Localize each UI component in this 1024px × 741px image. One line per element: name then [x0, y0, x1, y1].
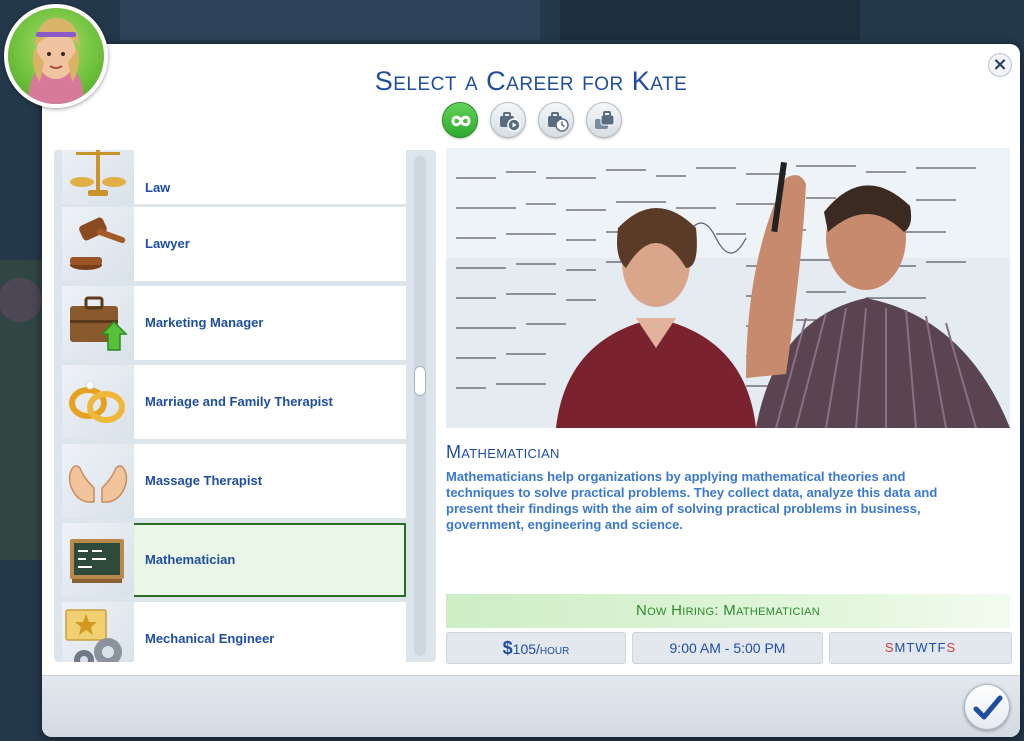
scales-icon — [62, 150, 134, 204]
briefcase-play-icon — [500, 112, 521, 132]
career-item-label: Mathematician — [145, 552, 236, 567]
career-item-law[interactable]: Law — [62, 150, 406, 204]
wedding-rings-icon — [62, 365, 134, 439]
career-dialog: Select a Career for Kate × Law Lawyer Ma… — [42, 44, 1020, 737]
career-photo — [446, 148, 1010, 428]
briefcase-arrow-icon — [62, 286, 134, 360]
day-tuesday: T — [906, 640, 916, 655]
career-list: Law Lawyer Marketing Manager Marriage an… — [54, 150, 436, 662]
dialog-footer — [42, 675, 1020, 737]
career-item-label: Marketing Manager — [145, 315, 264, 330]
pay-rate: $105/hour — [446, 632, 626, 664]
career-item-marketing-manager[interactable]: Marketing Manager — [62, 286, 406, 360]
work-hours: 9:00 AM - 5:00 PM — [632, 632, 823, 664]
career-item-marriage-family-therapist[interactable]: Marriage and Family Therapist — [62, 365, 406, 439]
career-list-scrollbar[interactable] — [414, 156, 426, 656]
day-saturday: S — [946, 640, 957, 655]
career-item-label: Marriage and Family Therapist — [145, 394, 333, 409]
now-hiring-banner: Now Hiring: Mathematician — [446, 594, 1010, 628]
chalkboard-icon — [62, 523, 134, 597]
hands-icon — [62, 444, 134, 518]
day-sunday: S — [884, 640, 895, 655]
filter-other-button[interactable] — [586, 102, 622, 138]
checkmark-icon — [973, 695, 1003, 720]
career-filter-bar — [442, 102, 632, 142]
pay-value: 105/hour — [512, 641, 570, 657]
gavel-icon — [62, 207, 134, 281]
career-item-lawyer[interactable]: Lawyer — [62, 207, 406, 281]
career-detail-title: Mathematician — [446, 442, 560, 462]
career-item-mechanical-engineer[interactable]: Mechanical Engineer — [62, 602, 406, 662]
day-thursday: T — [928, 640, 938, 655]
sim-avatar — [4, 4, 108, 108]
confirm-button[interactable] — [964, 684, 1010, 730]
career-item-label: Lawyer — [145, 236, 190, 251]
work-days: SMTWTFS — [829, 632, 1012, 664]
career-item-mathematician[interactable]: Mathematician — [62, 523, 406, 597]
infinity-icon — [451, 115, 471, 127]
gears-star-icon — [62, 602, 134, 662]
scrollbar-thumb[interactable] — [414, 366, 426, 396]
briefcase-clock-icon — [548, 112, 569, 132]
close-button[interactable]: × — [988, 53, 1012, 77]
career-item-label: Law — [145, 180, 171, 195]
briefcase-stack-icon — [595, 111, 615, 129]
career-detail-description: Mathematicians help organizations by app… — [446, 469, 938, 532]
day-monday: M — [894, 640, 907, 655]
filter-all-button[interactable] — [442, 102, 478, 138]
currency-symbol: $ — [502, 638, 513, 658]
career-item-label: Massage Therapist — [145, 473, 263, 488]
dialog-title: Select a Career for Kate — [374, 66, 688, 96]
filter-active-careers-button[interactable] — [490, 102, 526, 138]
day-wednesday: W — [915, 640, 929, 655]
career-item-massage-therapist[interactable]: Massage Therapist — [62, 444, 406, 518]
career-item-label: Mechanical Engineer — [145, 631, 275, 646]
filter-part-time-button[interactable] — [538, 102, 574, 138]
